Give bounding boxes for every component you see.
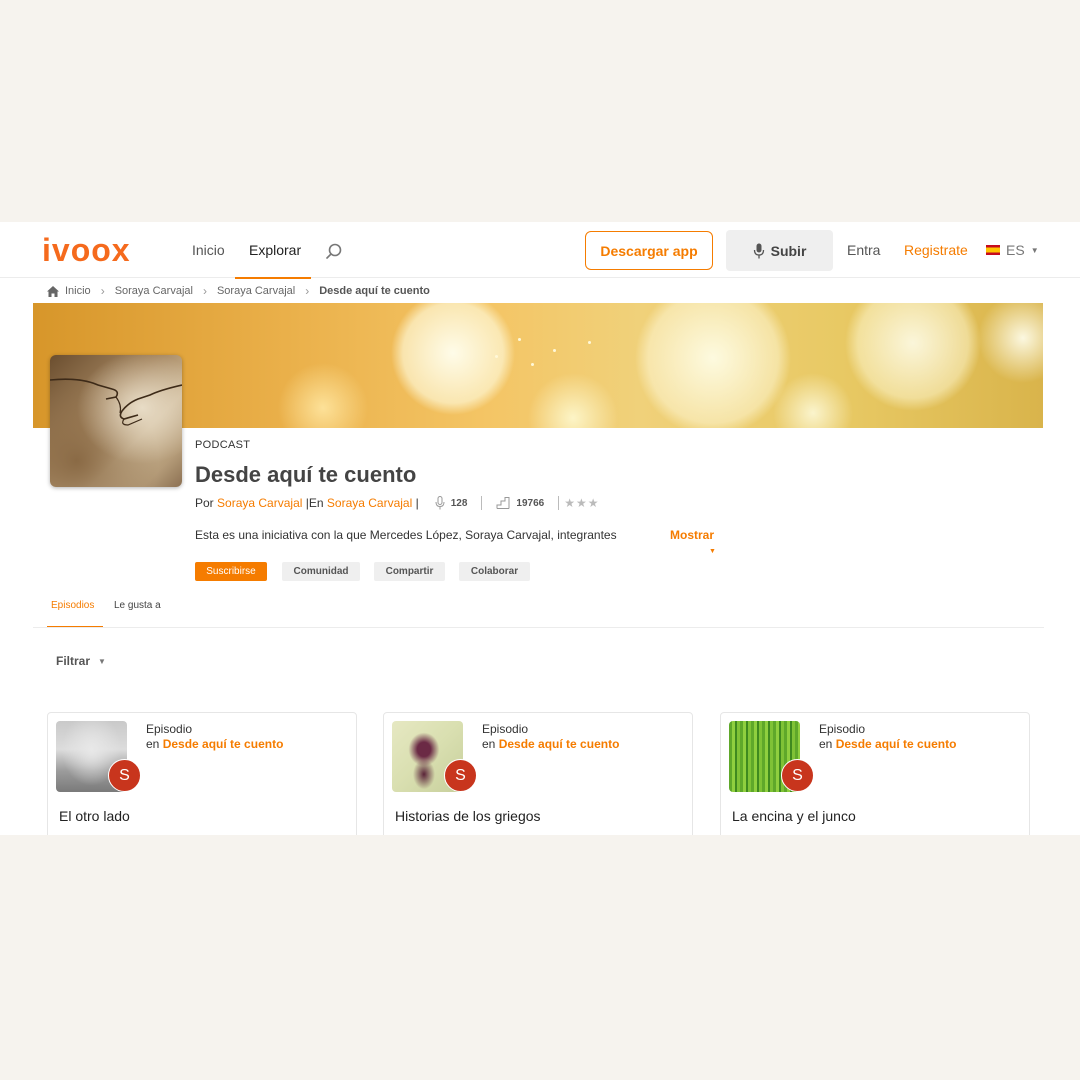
episode-card[interactable]: S Episodio en Desde aquí te cuento El ot… [47,712,357,835]
divider [481,496,483,510]
episode-type-label: Episodio [819,722,866,736]
in-label: en [819,737,833,751]
home-icon [47,285,59,297]
podcast-description: Esta es una iniciativa con la que Merced… [195,528,617,542]
active-nav-indicator [235,277,311,279]
in-label: |En [305,496,324,510]
episode-podcast-link[interactable]: Desde aquí te cuento [499,737,620,751]
episode-title[interactable]: Historias de los griegos [395,808,541,824]
microphone-icon [753,243,764,258]
breadcrumb: Inicio › Soraya Carvajal › Soraya Carvaj… [47,284,430,298]
search-icon[interactable] [325,242,343,260]
meta-separator: | [415,496,419,510]
nav-explorar[interactable]: Explorar [249,242,301,258]
stats-icon [496,497,510,509]
author-avatar[interactable]: S [108,759,141,792]
author-avatar[interactable]: S [781,759,814,792]
episode-type-label: Episodio [482,722,529,736]
chevron-down-icon: ▼ [1030,245,1039,255]
tabs-divider [33,627,1044,628]
episodes-count: 128 [450,497,468,509]
episode-podcast-line: en Desde aquí te cuento [146,737,283,751]
podcast-banner [33,303,1043,428]
author-avatar[interactable]: S [444,759,477,792]
tab-episodios[interactable]: Episodios [51,600,94,611]
channel-link[interactable]: Soraya Carvajal [327,496,412,510]
chevron-right-icon: › [305,284,310,298]
microphone-icon [435,496,445,510]
followers-count: 19766 [516,497,545,509]
banner-sparkle [495,355,498,358]
language-selector[interactable]: ES ▼ [986,242,1039,258]
in-label: en [146,737,160,751]
chevron-down-icon: ▼ [709,548,716,555]
by-label: Por [195,496,214,510]
breadcrumb-item[interactable]: Soraya Carvajal [115,285,193,297]
language-label: ES [1006,242,1025,258]
filter-dropdown[interactable]: Filtrar ▼ [56,654,106,668]
show-more-link[interactable]: Mostrar [670,528,714,542]
spain-flag-icon [986,245,1000,255]
banner-sparkle [531,363,534,366]
episode-podcast-link[interactable]: Desde aquí te cuento [163,737,284,751]
hands-artwork [50,378,182,426]
chevron-right-icon: › [202,284,207,298]
episode-podcast-line: en Desde aquí te cuento [482,737,619,751]
screenshot: ivoox Inicio Explorar Descargar app Subi… [0,222,1080,835]
login-link[interactable]: Entra [847,242,880,258]
episode-title[interactable]: La encina y el junco [732,808,856,824]
breadcrumb-home[interactable]: Inicio [65,285,91,297]
upload-button[interactable]: Subir [726,230,833,271]
episode-type-label: Episodio [146,722,193,736]
podcast-title: Desde aquí te cuento [195,462,417,487]
podcast-type-label: PODCAST [195,439,251,451]
episode-podcast-link[interactable]: Desde aquí te cuento [836,737,957,751]
tab-le-gusta-a[interactable]: Le gusta a [114,600,161,611]
chevron-right-icon: › [100,284,105,298]
chevron-down-icon: ▼ [98,656,106,666]
download-app-button[interactable]: Descargar app [585,231,713,270]
register-link[interactable]: Registrate [904,242,968,258]
divider [558,496,560,510]
banner-sparkle [553,349,556,352]
subscribe-button[interactable]: Suscribirse [195,562,267,581]
breadcrumb-item[interactable]: Soraya Carvajal [217,285,295,297]
episode-podcast-line: en Desde aquí te cuento [819,737,956,751]
episode-card[interactable]: S Episodio en Desde aquí te cuento La en… [720,712,1030,835]
author-link[interactable]: Soraya Carvajal [217,496,302,510]
episode-card[interactable]: S Episodio en Desde aquí te cuento Histo… [383,712,693,835]
top-header: ivoox Inicio Explorar Descargar app Subi… [0,222,1080,279]
upload-button-label: Subir [770,242,807,259]
filter-label: Filtrar [56,654,91,668]
podcast-meta: Por Soraya Carvajal |En Soraya Carvajal … [195,496,600,510]
in-label: en [482,737,496,751]
breadcrumb-current: Desde aquí te cuento [319,285,430,297]
share-button[interactable]: Compartir [374,562,445,581]
ivoox-logo[interactable]: ivoox [42,232,131,269]
collaborate-button[interactable]: Colaborar [459,562,530,581]
podcast-cover-image[interactable] [50,355,182,487]
banner-sparkle [588,341,591,344]
rating-stars[interactable]: ★★★ [564,496,599,510]
banner-sparkle [518,338,521,341]
community-button[interactable]: Comunidad [282,562,360,581]
nav-inicio[interactable]: Inicio [192,242,225,258]
episode-title[interactable]: El otro lado [59,808,130,824]
